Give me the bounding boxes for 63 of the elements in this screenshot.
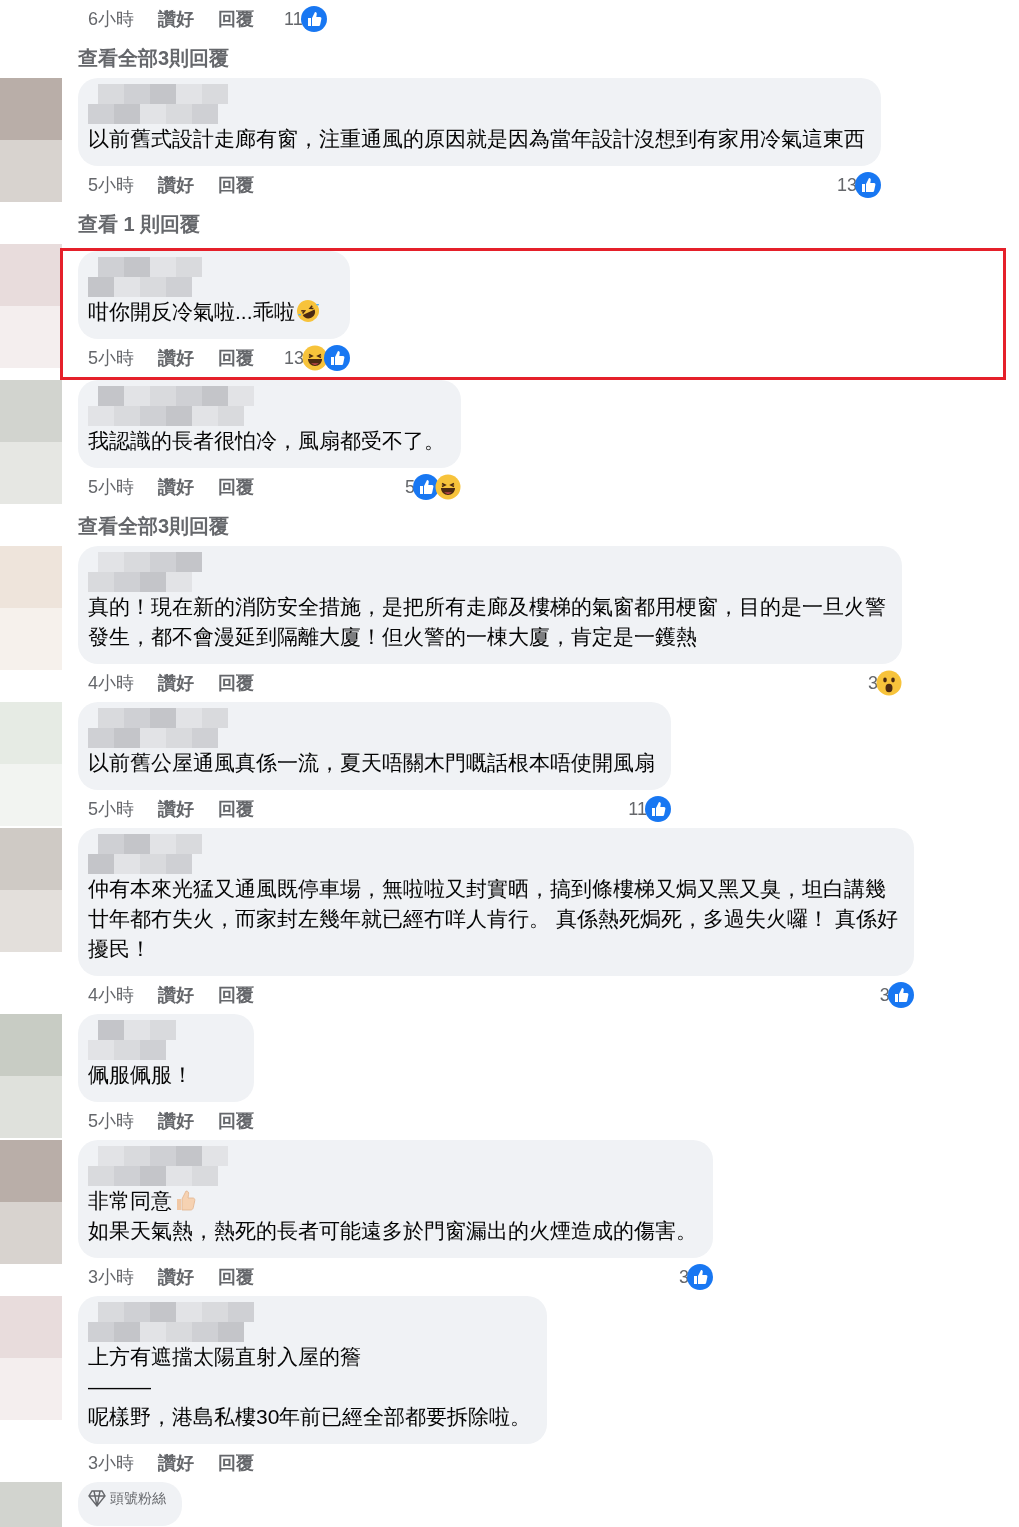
like-icon [687,1264,713,1290]
comment-time: 6小時 [88,7,134,31]
like-icon [413,474,439,500]
like-link[interactable]: 讚好 [158,1107,194,1135]
like-link[interactable]: 讚好 [158,795,194,823]
reply-link[interactable]: 回覆 [218,669,254,697]
like-icon [324,345,351,371]
like-link[interactable]: 讚好 [158,669,194,697]
comment-time: 3小時 [88,1265,134,1289]
comment-time: 5小時 [88,1109,134,1133]
reply-link[interactable]: 回覆 [218,981,254,1009]
reply-link[interactable]: 回覆 [218,171,254,199]
view-replies-link[interactable]: 查看全部3則回覆 [78,43,230,73]
like-link[interactable]: 讚好 [158,344,194,372]
comment-time: 4小時 [88,983,134,1007]
view-replies-link[interactable]: 查看 1 則回覆 [78,209,201,239]
reply-link[interactable]: 回覆 [218,473,254,501]
reply-link[interactable]: 回覆 [218,344,254,372]
comment-text: 上方有遮擋太陽直射入屋的簷 ——— 呢樣野，港島私樓30年前已經全部都要拆除啦。 [88,1344,532,1430]
laughing-face-icon [295,299,320,323]
like-icon [855,172,881,198]
comment-time: 4小時 [88,671,134,695]
comment-text: 以前舊式設計走廊有窗，注重通風的原因就是因為當年設計沒想到有家用冷氣這東西 [88,126,865,152]
surprised-face-icon [876,670,902,696]
comment-text: 以前舊公屋通風真係一流，夏天唔關木門嘅話根本唔使開風扇 [88,750,655,776]
reply-link[interactable]: 回覆 [218,5,254,33]
reply-link[interactable]: 回覆 [218,1449,254,1477]
comment-text: 我認識的長者很怕冷，風扇都受不了。 [88,428,445,454]
comment-text: 佩服佩服！ [88,1062,194,1088]
view-replies-link[interactable]: 查看全部3則回覆 [78,511,230,541]
reaction-count: 3 [879,983,890,1007]
comment-time: 5小時 [88,346,134,370]
reply-link[interactable]: 回覆 [218,1263,254,1291]
like-link[interactable]: 讚好 [158,473,194,501]
like-icon [300,6,327,32]
comment-text: 咁你開反冷氣啦...乖啦 [88,297,335,327]
like-link[interactable]: 讚好 [158,1263,194,1291]
reaction-count: 3 [868,671,878,695]
reaction-count: 3 [679,1265,689,1289]
like-link[interactable]: 讚好 [158,5,194,33]
reaction-count: 11 [628,797,647,821]
top-fan-label: 頭號粉絲 [110,1489,166,1508]
comment-time: 3小時 [88,1451,134,1475]
laughing-face-icon [302,345,329,371]
reaction-count: 5 [405,475,415,499]
diamond-icon [88,1490,106,1507]
comment-text: 真的！現在新的消防安全措施，是把所有走廊及樓梯的氣窗都用梗窗，目的是一旦火警 發生，都不會漫延到隔離大廈！但火警的一棟大廈，肯定是一鑊熱 [88,594,886,650]
comment-text: 非常同意 如果天氣熱，熱死的長者可能遠多於門窗漏出的火煙造成的傷害。 [88,1187,697,1244]
comment-text: 仲有本來光猛又通風既停車場，無啦啦又封實晒，搞到條樓梯又焗又黑又臭，坦白講幾 廿年都冇失火，而家封左幾年就已經冇咩人肯行。 真係熱死焗死，多過失火囉！ 真係好 擾民！ [88,876,898,962]
reply-link[interactable]: 回覆 [218,795,254,823]
like-link[interactable]: 讚好 [158,1449,194,1477]
laughing-face-icon [435,474,461,500]
comment-time: 5小時 [88,475,134,499]
like-icon [887,982,914,1008]
comment-time: 5小時 [88,797,134,821]
reaction-count: 13 [836,173,857,197]
comment-time: 5小時 [88,173,134,197]
reply-link[interactable]: 回覆 [218,1107,254,1135]
like-link[interactable]: 讚好 [158,981,194,1009]
like-icon [645,796,671,822]
reaction-count: 13 [284,346,305,370]
reaction-count: 11 [284,7,303,31]
like-link[interactable]: 讚好 [158,171,194,199]
